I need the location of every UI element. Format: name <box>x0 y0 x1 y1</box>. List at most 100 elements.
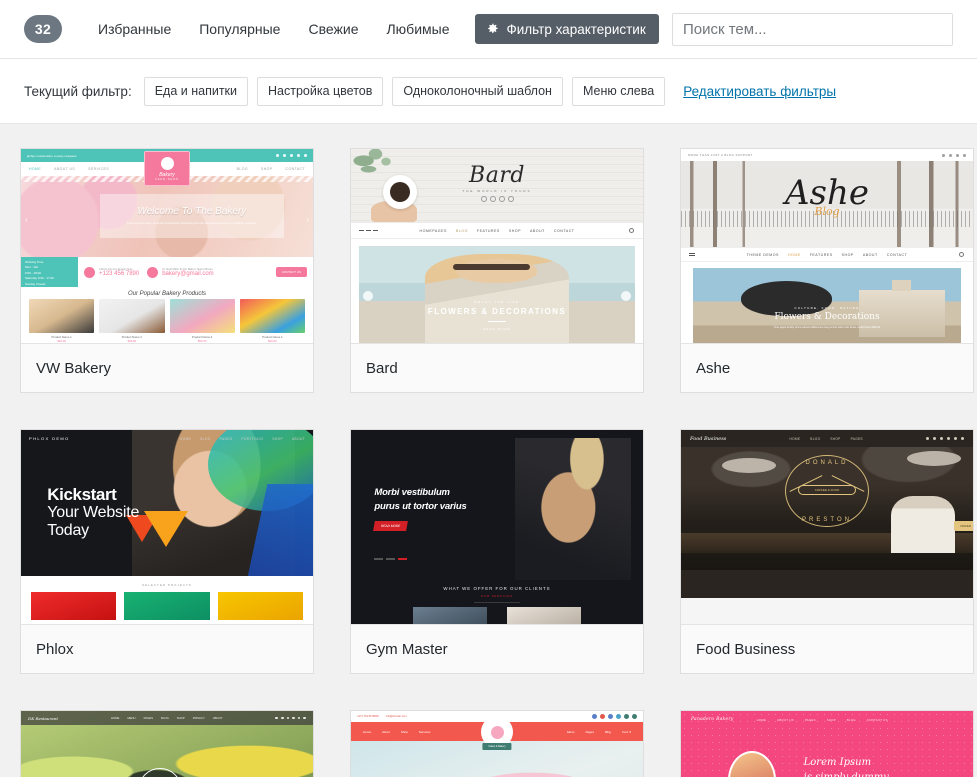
edit-filters-link[interactable]: Редактировать фильтры <box>683 84 836 99</box>
filter-tag: Одноколоночный шаблон <box>392 76 563 106</box>
preview-nav-item: SHOP <box>508 228 521 233</box>
theme-card-dk-restaurant[interactable]: DK Restaurant HOME MENU PAGES BLOG SHOP … <box>20 710 314 777</box>
preview-nav-item: SERVICES <box>88 167 109 171</box>
theme-screenshot-panadero-bakery: Panadero Bakery HOME ABOUT US PAGES SHOP… <box>681 711 973 777</box>
preview-nav-item: Home <box>363 729 372 734</box>
preview-product: Product Name 3 $50.00 <box>169 299 235 343</box>
preview-post-kicker: CULTURE, FOOD, NATURE <box>794 306 860 311</box>
preview-nav-item: SHOP <box>841 252 854 257</box>
preview-hero-text: Lorem ipsum dolor sit amet consectetur a… <box>127 221 257 226</box>
social-icons <box>925 437 964 440</box>
preview-nav-item: SHOP <box>826 717 836 722</box>
preview-nav-item: HOME <box>110 716 120 720</box>
preview-logo-tag: Cakes & Bakery <box>482 743 512 750</box>
prev-arrow-icon: ‹ <box>25 214 28 224</box>
theme-browser-toolbar: 32 Избранные Популярные Свежие Любимые Ф… <box>0 0 977 59</box>
preview-nav-item: BLOG <box>161 716 169 720</box>
theme-name: VW Bakery <box>36 359 112 377</box>
preview-hero-line2: Your Website <box>47 504 140 522</box>
preview-nav-item: About <box>382 729 390 734</box>
preview-nav-item: PAGES <box>143 716 154 720</box>
preview-logo: Panadero Bakery <box>691 717 734 722</box>
preview-hero-line1: Morbi vestibulum <box>374 487 450 499</box>
hamburger-icon <box>359 230 378 231</box>
preview-nav-item: Services <box>418 729 431 734</box>
preview-phone: +971 764 5678900 <box>357 715 379 718</box>
preview-nav-item: BLOG <box>455 228 468 233</box>
preview-nav-item: HOME <box>787 252 801 257</box>
preview-nav-item: BLOG <box>846 717 856 722</box>
preview-nav-item: BLOG <box>236 167 248 171</box>
preview-nav-item: HOME <box>29 167 42 171</box>
theme-screenshot-bard: Bard THE WORLD IS YOURS HOMEPAGES BLOG F… <box>351 149 643 344</box>
preview-nav-item: CONTACT <box>285 167 305 171</box>
theme-card-cake-bakery[interactable]: +971 764 5678900 info@domain.com Home Ab… <box>350 710 644 777</box>
preview-nav-item: ABOUT US <box>777 717 794 722</box>
feature-filter-button[interactable]: Фильтр характеристик <box>475 14 659 44</box>
preview-nav-item: MENU <box>127 716 136 720</box>
theme-screenshot-gym-master: GYM MASTER HOME PAGES CLASSES BLOG OUR T… <box>351 430 643 625</box>
preview-nav-item: BLOG <box>810 436 821 441</box>
preview-topbar-text: Добро пожаловать в нашу пекарню <box>27 153 77 158</box>
preview-nav-item: PRIVACY <box>192 716 205 720</box>
preview-logo: Food Business <box>690 435 727 442</box>
filter-tag: Еда и напитки <box>143 76 248 106</box>
preview-nav-item: PORTFOLIO <box>241 436 264 441</box>
tab-favorites[interactable]: Любимые <box>372 15 463 43</box>
social-icons <box>592 714 637 719</box>
preview-slide-kicker: ENJOY THE LIFE <box>474 299 520 304</box>
theme-card-vw-bakery[interactable]: Добро пожаловать в нашу пекарню HOME ABO… <box>20 148 314 393</box>
preview-service-thumb <box>507 607 581 624</box>
theme-card-panadero-bakery[interactable]: Panadero Bakery HOME ABOUT US PAGES SHOP… <box>680 710 974 777</box>
preview-section-caption: SELECTED PROJECTS <box>142 583 192 587</box>
preview-logo: DK Restaurant <box>28 715 58 721</box>
preview-nav-item: PAGES <box>850 436 863 441</box>
tab-featured[interactable]: Избранные <box>84 15 185 43</box>
preview-nav-item: PAGES <box>219 436 233 441</box>
preview-portfolio-item <box>217 592 303 620</box>
preview-phone-block: Call Us For Any Enquiry Now +123 456 789… <box>84 266 139 278</box>
theme-name: Ashe <box>696 359 731 377</box>
gear-icon <box>485 22 499 36</box>
theme-name: Gym Master <box>366 640 448 658</box>
preview-hero-line2: purus ut tortor varius <box>374 501 467 513</box>
tab-latest[interactable]: Свежие <box>294 15 372 43</box>
search-icon <box>629 228 634 233</box>
theme-card-ashe[interactable]: MORE THAN JUST A BLOG SUPPORT Ashe Blog … <box>680 148 974 393</box>
preview-post-title: Flowers & Decorations <box>774 312 880 323</box>
social-icons <box>351 196 643 202</box>
theme-count-badge: 32 <box>24 15 62 43</box>
preview-nav-item: FEATURES <box>476 228 500 233</box>
social-icons <box>276 154 307 157</box>
preview-section-sub: OUR SERVICES <box>480 594 514 598</box>
theme-card-bard[interactable]: Bard THE WORLD IS YOURS HOMEPAGES BLOG F… <box>350 148 644 393</box>
theme-card-food-business[interactable]: DONALD COFFEE & FOOD PRESTON ORDER Food … <box>680 429 974 674</box>
preview-logo: PHLOX DEMO <box>29 436 70 441</box>
preview-cta-button: READ MORE <box>373 520 409 531</box>
preview-hero-title: Welcome To The Bakery <box>137 206 247 218</box>
preview-nav-item: ABOUT <box>212 716 223 720</box>
preview-nav-item: HOME <box>756 717 767 722</box>
preview-products-title: Our Popular Bakery Products <box>21 287 313 299</box>
theme-card-gym-master[interactable]: GYM MASTER HOME PAGES CLASSES BLOG OUR T… <box>350 429 644 674</box>
feature-filter-label: Фильтр характеристик <box>506 21 646 37</box>
preview-badge: DONALD COFFEE & FOOD PRESTON <box>785 455 869 528</box>
preview-email: info@domain.com <box>385 715 407 718</box>
preview-nav-item: SHOP <box>261 167 273 171</box>
theme-screenshot-ashe: MORE THAN JUST A BLOG SUPPORT Ashe Blog … <box>681 149 973 344</box>
preview-slide-button: READ MORE <box>483 326 511 331</box>
preview-topbar-text: MORE THAN JUST A BLOG SUPPORT <box>688 153 753 157</box>
social-icons <box>275 716 306 720</box>
filter-tag: Меню слева <box>571 76 666 106</box>
search-input[interactable] <box>672 13 953 46</box>
tab-popular[interactable]: Популярные <box>185 15 294 43</box>
preview-nav-item: CONTACT <box>886 252 908 257</box>
preview-nav-item: Cart: 0 <box>621 729 631 734</box>
preview-nav-item: THEME DEMOS <box>746 252 779 257</box>
preview-service-thumb <box>413 607 487 624</box>
theme-card-phlox[interactable]: PHLOX DEMO HOME BLOG PAGES PORTFOLIO SHO… <box>20 429 314 674</box>
preview-nav-item: HOMEPAGES <box>419 228 447 233</box>
preview-hero-line3: Today <box>47 522 89 540</box>
preview-post-excerpt: One aged kindly since almost difference … <box>773 325 881 330</box>
preview-nav-item: PAGES <box>804 717 816 722</box>
